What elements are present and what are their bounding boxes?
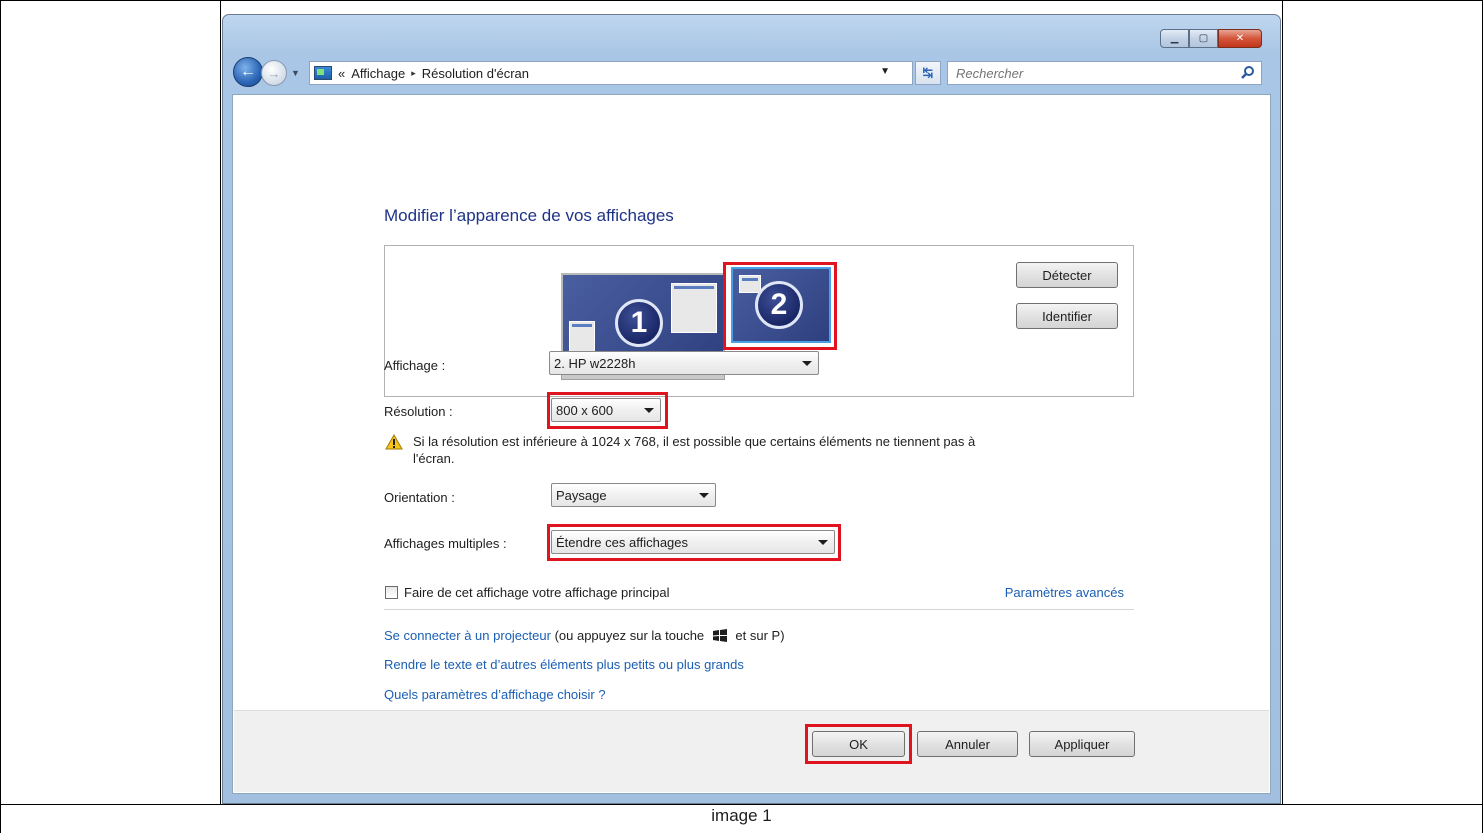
projector-row: Se connecter à un projecteur (ou appuyez…	[384, 628, 785, 643]
windows-logo-icon	[712, 629, 727, 642]
frame-caption-line	[0, 804, 1483, 805]
screen-resolution-window: ▁ ▢ ✕ ← → ▼ « Affichage ▸ Résolution d'é…	[222, 14, 1281, 804]
minimize-icon: ▁	[1170, 33, 1179, 44]
refresh-button[interactable]: ↹	[915, 61, 941, 85]
orientation-select[interactable]: Paysage	[551, 483, 716, 507]
apply-button[interactable]: Appliquer	[1029, 731, 1135, 757]
monitor-1-window-thumbnail	[671, 283, 717, 333]
resolution-warning-line-2: l'écran.	[413, 451, 455, 466]
frame-top-line	[0, 0, 1483, 1]
cancel-button[interactable]: Annuler	[917, 731, 1018, 757]
forward-button[interactable]: →	[261, 60, 287, 86]
address-dropdown-icon[interactable]: ▼	[880, 66, 890, 77]
refresh-icon: ↹	[922, 65, 934, 80]
text-size-link[interactable]: Rendre le texte et d’autres éléments plu…	[384, 657, 744, 672]
display-select-value: 2. HP w2228h	[554, 355, 636, 371]
page-title: Modifier l’apparence de vos affichages	[384, 206, 674, 225]
frame-inner-right-line	[1282, 0, 1283, 804]
projector-hint-after: et sur P)	[735, 628, 785, 643]
detect-button[interactable]: Détecter	[1016, 262, 1118, 288]
resolution-warning-text: Si la résolution est inférieure à 1024 x…	[413, 433, 975, 467]
chevron-down-icon	[802, 361, 812, 366]
breadcrumb-affichage[interactable]: Affichage	[351, 66, 405, 81]
chevron-down-icon	[699, 493, 709, 498]
ok-highlight	[805, 724, 912, 764]
display-label: Affichage :	[384, 358, 446, 373]
resolution-warning-line-1: Si la résolution est inférieure à 1024 x…	[413, 434, 976, 449]
resolution-label: Résolution :	[384, 404, 453, 419]
search-box[interactable]	[947, 61, 1262, 85]
resolution-highlight	[547, 392, 668, 429]
breadcrumb-prefix[interactable]: «	[338, 66, 345, 81]
display-select[interactable]: 2. HP w2228h	[549, 351, 819, 375]
warning-icon	[385, 434, 403, 450]
orientation-label: Orientation :	[384, 490, 455, 505]
which-settings-link[interactable]: Quels paramètres d’affichage choisir ?	[384, 687, 606, 702]
identify-button[interactable]: Identifier	[1016, 303, 1118, 329]
display-control-panel-icon	[314, 66, 332, 80]
frame-left-line	[0, 0, 1, 833]
advanced-settings-link[interactable]: Paramètres avancés	[1005, 585, 1124, 600]
minimize-button[interactable]: ▁	[1160, 29, 1189, 48]
projector-hint-before: (ou appuyez sur la touche	[554, 628, 705, 643]
primary-display-checkbox-label[interactable]: Faire de cet affichage votre affichage p…	[404, 585, 669, 600]
caption-buttons: ▁ ▢ ✕	[1160, 29, 1262, 48]
footer-bar: OK Annuler Appliquer	[234, 710, 1269, 792]
search-icon[interactable]	[1241, 65, 1255, 79]
frame-inner-left-line	[220, 0, 221, 804]
search-input[interactable]	[956, 65, 1226, 81]
multiple-displays-highlight	[547, 524, 841, 561]
maximize-button[interactable]: ▢	[1189, 29, 1218, 48]
close-icon: ✕	[1235, 33, 1245, 44]
orientation-select-value: Paysage	[556, 487, 607, 503]
recent-pages-dropdown-icon[interactable]: ▼	[291, 68, 300, 78]
section-divider	[384, 609, 1134, 610]
maximize-icon: ▢	[1198, 33, 1209, 44]
monitor-1-number: 1	[615, 299, 663, 347]
forward-arrow-icon: →	[267, 65, 281, 81]
content-area: Modifier l’apparence de vos affichages 1…	[232, 94, 1271, 794]
document-caption: image 1	[711, 806, 772, 825]
breadcrumb-separator-icon[interactable]: ▸	[411, 68, 416, 79]
address-bar[interactable]: « Affichage ▸ Résolution d'écran ▼	[309, 61, 913, 85]
back-arrow-icon: ←	[240, 63, 256, 80]
connect-projector-link[interactable]: Se connecter à un projecteur	[384, 628, 551, 643]
breadcrumb-resolution[interactable]: Résolution d'écran	[422, 66, 529, 81]
multiple-displays-label: Affichages multiples :	[384, 536, 507, 551]
close-button[interactable]: ✕	[1218, 29, 1262, 48]
back-button[interactable]: ←	[233, 57, 263, 87]
monitor-2-highlight	[723, 262, 837, 350]
primary-display-checkbox[interactable]	[385, 586, 398, 599]
